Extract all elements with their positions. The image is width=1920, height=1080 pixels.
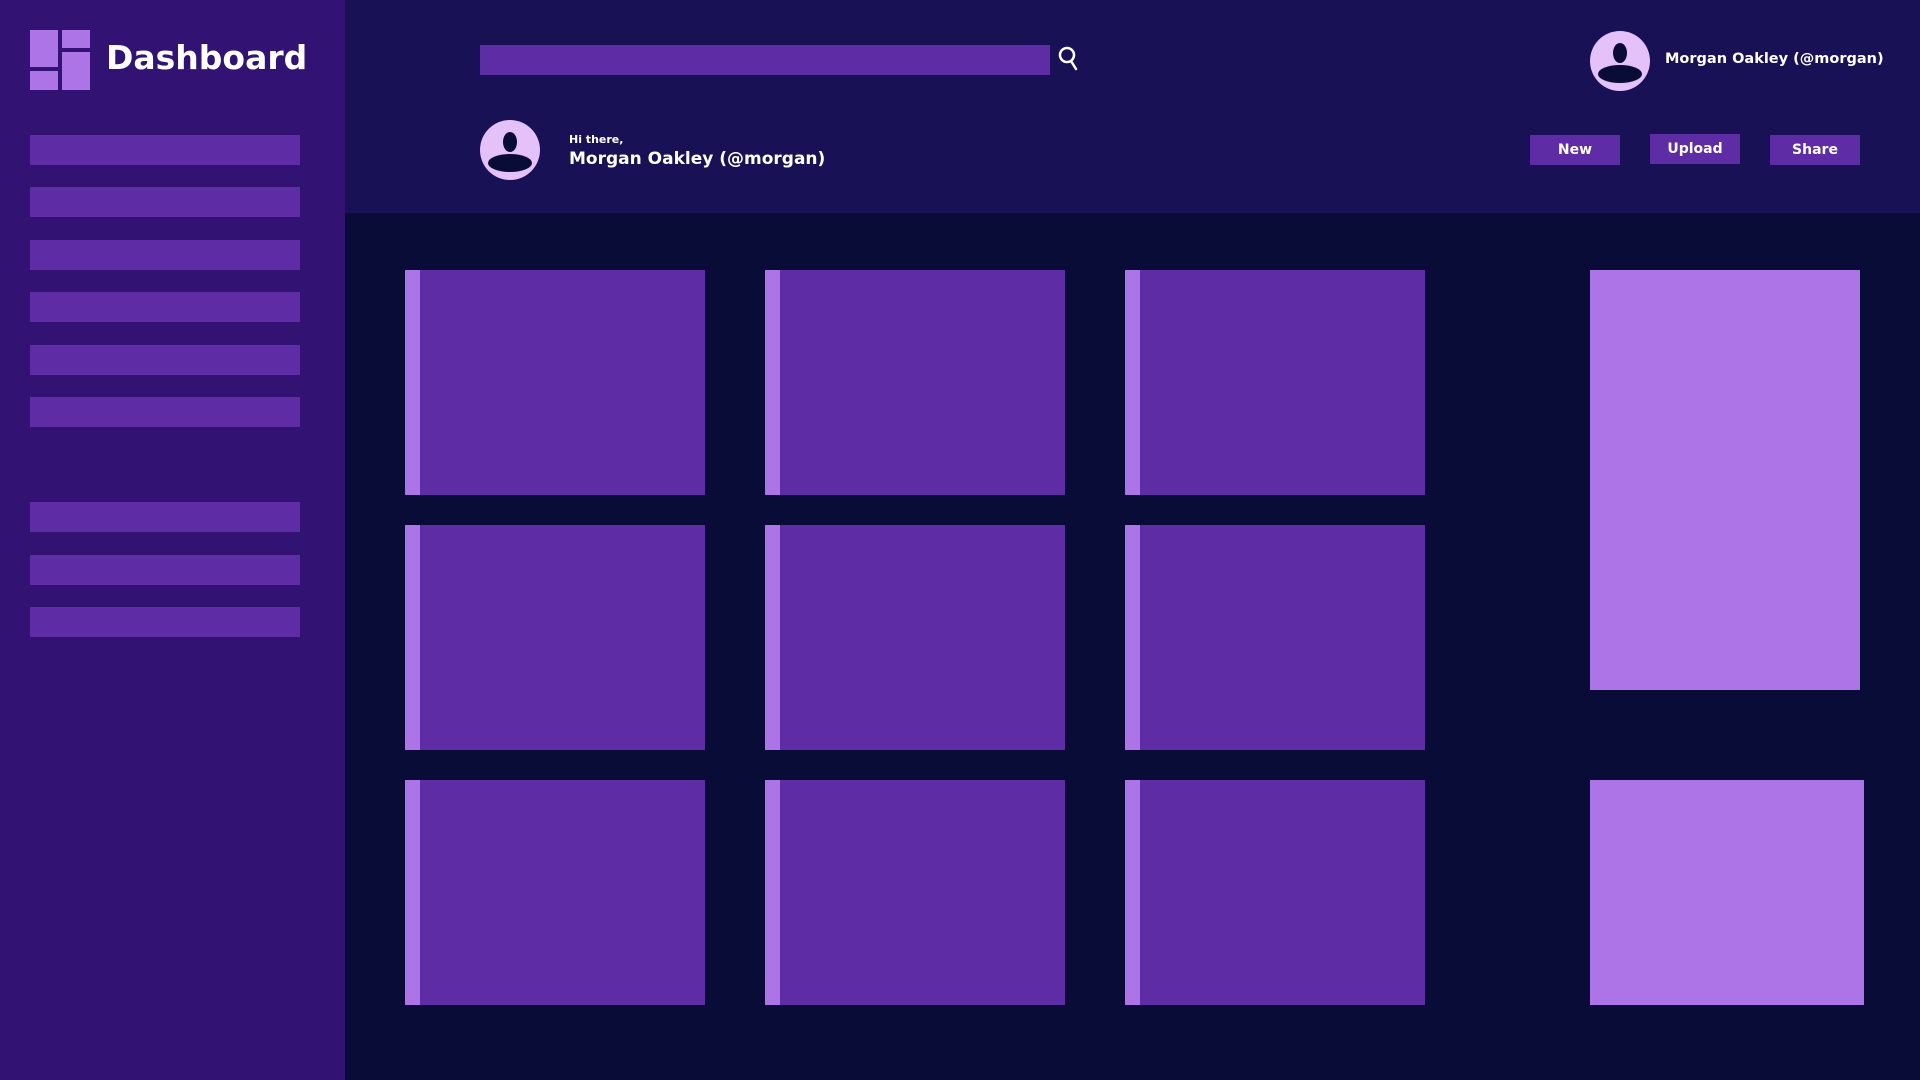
upload-button[interactable]: Upload <box>1650 134 1740 164</box>
content-card[interactable] <box>1125 270 1425 495</box>
content-card[interactable] <box>1125 780 1425 1005</box>
sidebar-item-8[interactable] <box>30 555 300 585</box>
share-button[interactable]: Share <box>1770 135 1860 165</box>
content-card[interactable] <box>405 780 705 1005</box>
greeting-avatar-icon <box>480 120 540 180</box>
search-icon[interactable] <box>1055 44 1081 74</box>
new-button[interactable]: New <box>1530 135 1620 165</box>
sidebar-item-9[interactable] <box>30 607 300 637</box>
content-card[interactable] <box>765 780 1065 1005</box>
sidebar-item-2[interactable] <box>30 187 300 217</box>
content-card[interactable] <box>405 525 705 750</box>
content-card[interactable] <box>1125 525 1425 750</box>
sidebar-item-4[interactable] <box>30 292 300 322</box>
sidebar-item-6[interactable] <box>30 397 300 427</box>
app-title: Dashboard <box>106 38 308 77</box>
greeting-text: Hi there, <box>569 133 624 146</box>
greeting-user-name: Morgan Oakley (@morgan) <box>569 149 826 169</box>
search-input[interactable] <box>480 45 1050 75</box>
sidebar-item-3[interactable] <box>30 240 300 270</box>
user-avatar-icon[interactable] <box>1590 31 1650 91</box>
content-card[interactable] <box>765 270 1065 495</box>
content-card[interactable] <box>765 525 1065 750</box>
sidebar: Dashboard <box>0 0 345 1080</box>
sidebar-item-7[interactable] <box>30 502 300 532</box>
side-panel-top <box>1590 270 1860 690</box>
user-name[interactable]: Morgan Oakley (@morgan) <box>1665 51 1884 67</box>
dashboard-logo-icon <box>30 30 90 90</box>
side-panel-bottom <box>1590 780 1864 1005</box>
sidebar-item-1[interactable] <box>30 135 300 165</box>
content-card[interactable] <box>405 270 705 495</box>
sidebar-item-5[interactable] <box>30 345 300 375</box>
header <box>345 0 1920 213</box>
